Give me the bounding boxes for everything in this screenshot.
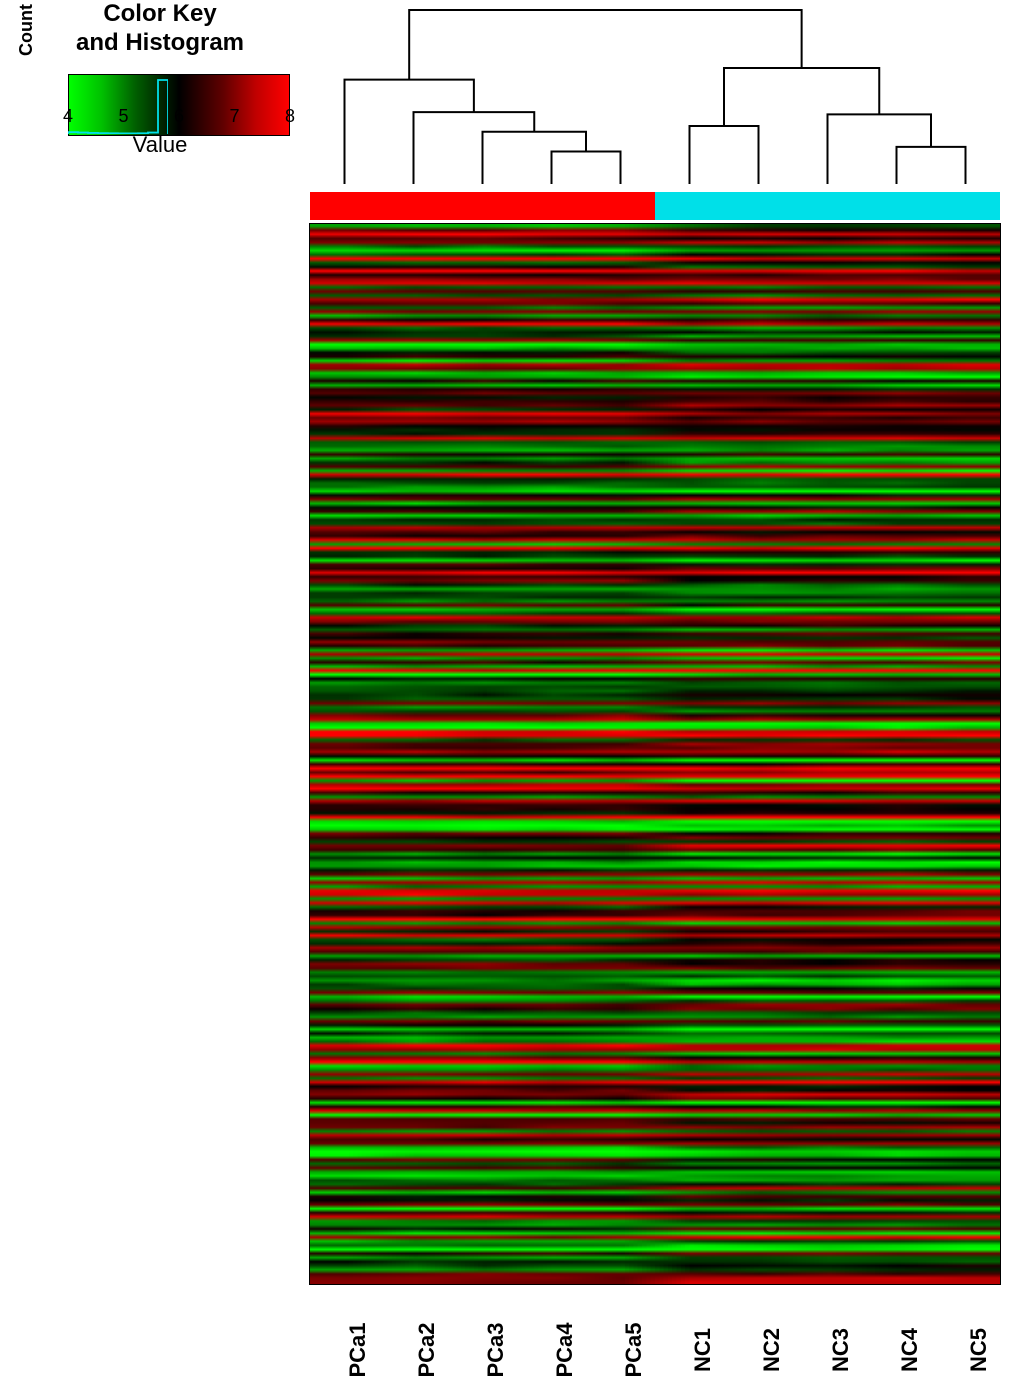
color-key-panel: Color Key and Histogram Count 0 30000 4 … bbox=[20, 0, 300, 200]
column-label-PCa4: PCa4 bbox=[552, 1322, 578, 1377]
column-label-NC4: NC4 bbox=[897, 1328, 923, 1372]
color-key-ylabel: Count bbox=[16, 4, 37, 56]
column-group-bar bbox=[310, 192, 1000, 220]
color-key-title: Color Key and Histogram bbox=[20, 0, 300, 58]
column-dendrogram bbox=[310, 4, 1000, 184]
color-key-xtick-0: 4 bbox=[63, 106, 73, 127]
color-key-xtick-3: 7 bbox=[229, 106, 239, 127]
column-label-NC2: NC2 bbox=[759, 1328, 785, 1372]
color-key-xtick-1: 5 bbox=[118, 106, 128, 127]
column-label-NC5: NC5 bbox=[966, 1328, 992, 1372]
color-key-xlabel: Value bbox=[20, 132, 300, 158]
column-label-PCa5: PCa5 bbox=[621, 1322, 647, 1377]
color-key-title-line1: Color Key bbox=[103, 0, 216, 27]
heatmap-body bbox=[310, 224, 1000, 1284]
column-label-PCa3: PCa3 bbox=[483, 1322, 509, 1377]
column-labels: PCa1 PCa2 PCa3 PCa4 PCa5 NC1 NC2 NC3 NC4 NC5 bbox=[310, 1292, 1000, 1382]
color-key-xtick-2: 6 bbox=[174, 106, 184, 127]
column-label-PCa2: PCa2 bbox=[414, 1322, 440, 1377]
column-label-NC3: NC3 bbox=[828, 1328, 854, 1372]
column-label-NC1: NC1 bbox=[690, 1328, 716, 1372]
color-key-title-line2: and Histogram bbox=[76, 29, 244, 56]
group-bar-PCa bbox=[310, 192, 655, 220]
column-label-PCa1: PCa1 bbox=[345, 1322, 371, 1377]
color-key-xtick-4: 8 bbox=[285, 106, 295, 127]
group-bar-NC bbox=[655, 192, 1000, 220]
